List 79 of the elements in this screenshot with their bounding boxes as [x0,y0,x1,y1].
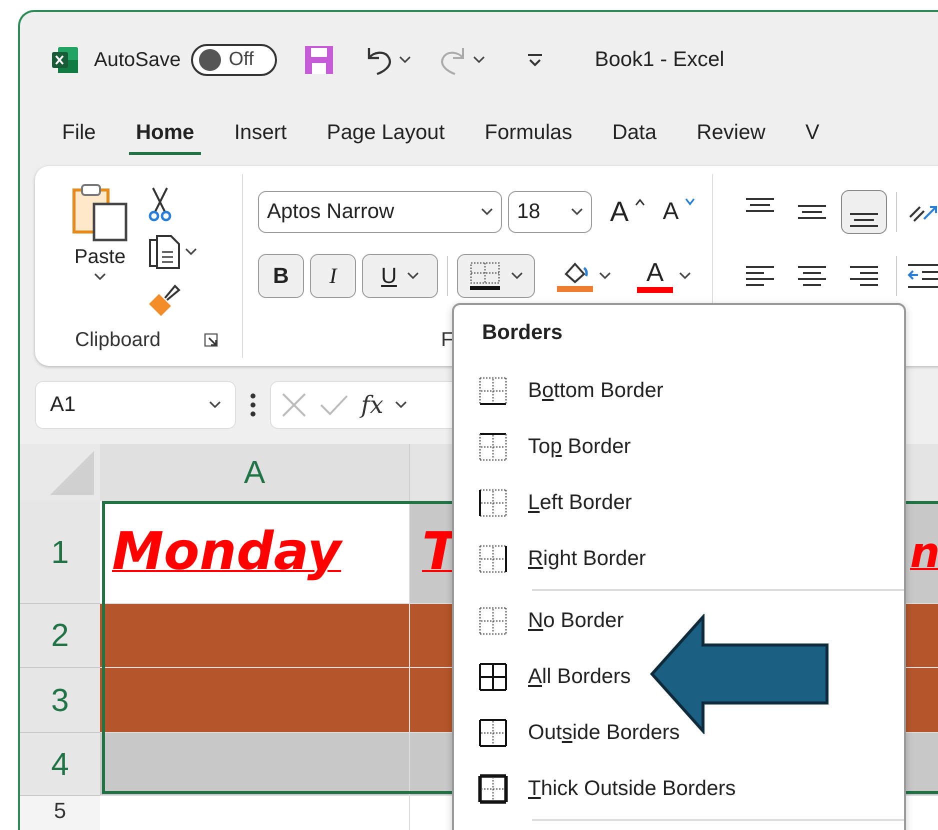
font-name-field[interactable]: Aptos Narrow [258,191,502,233]
caret-icon [472,56,485,64]
copy-icon[interactable] [147,234,181,270]
row-header[interactable]: 5 [20,796,100,830]
caret-icon [481,208,493,216]
row-header[interactable]: 4 [20,733,100,796]
underline-button[interactable]: U [362,254,438,298]
menu-item[interactable]: Top Border [454,419,904,475]
autosave-toggle[interactable]: Off [190,44,277,76]
border-style-icon [478,662,508,692]
menu-item[interactable]: Right Border [454,531,904,587]
save-icon[interactable] [302,44,335,76]
dialog-launcher-icon[interactable] [202,332,219,348]
clipboard-icon [70,182,130,242]
align-middle-icon [797,205,827,219]
border-style-icon [478,718,508,748]
border-style-icon [478,432,508,462]
format-painter-icon[interactable] [147,282,183,318]
bold-button[interactable]: B [258,254,304,298]
sheet-cell: Monday [100,501,410,604]
row-header[interactable]: 1 [20,501,100,604]
menu-item[interactable]: Outside Borders [454,705,904,761]
align-center-icon [797,266,827,286]
menu-tab[interactable]: Page Layout [306,113,465,155]
borders-icon [469,261,501,291]
checkmark-icon[interactable] [319,393,349,417]
menu-title: Borders [481,320,564,346]
caret-icon [185,248,197,256]
row-header[interactable]: 3 [20,668,100,733]
caret-icon [406,272,419,280]
menu-tab[interactable]: Formulas [464,113,592,155]
sheet-cell: n [906,501,938,604]
menu-tab[interactable]: File [42,113,116,155]
caret-icon [571,208,583,216]
menu-tab[interactable]: Insert [214,113,307,155]
name-box[interactable]: A1 [35,381,236,429]
border-style-icon [478,544,508,574]
borders-button[interactable] [457,254,535,298]
caret-icon [511,272,523,280]
caret-icon [209,401,221,409]
menu-item[interactable]: Bottom Border [454,363,904,419]
autosave-label: AutoSave [94,48,181,72]
excel-logo-icon[interactable] [50,45,80,75]
group-label: Clipboard [75,328,161,352]
menu-tab[interactable]: V [785,113,840,155]
window-title: Book1 - Excel [594,48,724,72]
caret-icon [679,272,691,280]
grow-font-button[interactable]: A [604,190,651,234]
decrease-indent-icon[interactable] [906,261,938,291]
row-header[interactable]: 2 [20,604,100,668]
menu-tab[interactable]: Data [592,113,677,155]
align-bottom-icon [849,213,879,227]
align-top-icon [745,198,775,212]
column-header[interactable]: A [100,444,410,501]
caret-icon [395,401,408,409]
align-left-icon [745,266,775,286]
menu-tab[interactable]: Review [676,113,786,155]
menu-item[interactable]: Thick Outside Borders [454,761,904,817]
group-label: F [441,328,454,352]
font-size-field[interactable]: 18 [508,191,592,233]
font-color-button[interactable]: A [631,254,697,298]
italic-button[interactable]: I [310,254,356,298]
caret-icon [94,273,106,281]
align-right-icon [849,266,879,286]
caret-down-icon [684,198,695,206]
paste-button[interactable]: Paste [35,174,135,322]
shrink-font-button[interactable]: A [656,190,701,234]
menu-item[interactable]: All Borders [454,649,904,705]
more-options-icon[interactable] [250,392,256,418]
border-style-icon [478,376,508,406]
caret-up-icon [634,198,645,206]
cut-icon[interactable] [147,186,173,222]
border-style-icon [478,606,508,636]
insert-function-button[interactable]: fx [361,391,384,419]
caret-icon [599,272,611,280]
vertical-align-button[interactable] [841,190,887,234]
caret-icon [398,56,411,64]
border-style-icon [478,488,508,518]
border-style-icon [478,774,508,804]
